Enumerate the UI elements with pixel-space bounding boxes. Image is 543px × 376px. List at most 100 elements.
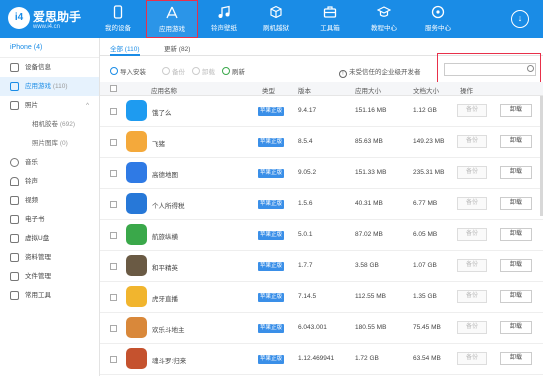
sidebar-item-photos[interactable]: 照片 ^ <box>0 96 99 115</box>
header-app-size[interactable]: 应用大小 <box>355 85 381 95</box>
row-uninstall-button[interactable]: 卸载 <box>500 135 532 148</box>
type-badge: 苹果正版 <box>258 293 285 302</box>
sidebar-item-data-management[interactable]: 资料管理 <box>0 248 99 267</box>
sidebar-item-ringtones[interactable]: 铃声 <box>0 172 99 191</box>
device-selector[interactable]: iPhone (4) <box>0 38 99 58</box>
row-checkbox[interactable] <box>110 108 117 115</box>
row-uninstall-button[interactable]: 卸载 <box>500 290 532 303</box>
nav-apps-games[interactable]: 应用游戏 <box>146 0 198 38</box>
app-version: 9.05.2 <box>298 169 317 176</box>
sidebar-item-label: 照片图库 <box>32 140 58 147</box>
row-uninstall-button[interactable]: 卸载 <box>500 197 532 210</box>
backup-button[interactable]: 备份 <box>162 66 185 76</box>
udisk-icon <box>10 234 19 243</box>
graduation-icon <box>377 6 391 17</box>
app-size: 112.55 MB <box>355 293 386 300</box>
apps-icon <box>166 6 178 19</box>
header-doc-size[interactable]: 文档大小 <box>413 85 439 95</box>
brand-name: 爱思助手 <box>33 10 82 24</box>
sidebar-item-photo-library[interactable]: 照片图库 (0) <box>0 134 99 153</box>
row-uninstall-button[interactable]: 卸载 <box>500 321 532 334</box>
info-icon: ! <box>339 70 347 78</box>
nav-tutorials[interactable]: 教程中心 <box>358 0 410 38</box>
row-uninstall-button[interactable]: 卸载 <box>500 228 532 241</box>
select-all-checkbox[interactable] <box>110 85 117 92</box>
table-row[interactable]: 飞猪 苹果正版 8.5.4 85.63 MB 149.23 MB 备份 卸载 <box>100 127 543 158</box>
row-checkbox[interactable] <box>110 263 117 270</box>
app-icon <box>126 317 147 338</box>
sidebar-item-device-info[interactable]: 设备信息 <box>0 58 99 77</box>
refresh-icon <box>222 67 230 75</box>
table-row[interactable]: 饿了么 苹果正版 9.4.17 151.16 MB 1.12 GB 备份 卸载 <box>100 96 543 127</box>
sidebar-item-ebooks[interactable]: 电子书 <box>0 210 99 229</box>
row-backup-button[interactable]: 备份 <box>457 228 487 241</box>
doc-size: 149.23 MB <box>413 138 445 145</box>
row-backup-button[interactable]: 备份 <box>457 352 487 365</box>
download-button[interactable]: ↓ <box>511 10 529 28</box>
sidebar-item-camera-roll[interactable]: 相机胶卷 (692) <box>0 115 99 134</box>
table-row[interactable]: 欢乐斗地主 苹果正版 6.043.001 180.55 MB 75.45 MB … <box>100 313 543 344</box>
table-row[interactable]: 魂斗罗:归来 苹果正版 1.12.469941 1.72 GB 63.54 MB… <box>100 344 543 375</box>
row-backup-button[interactable]: 备份 <box>457 197 487 210</box>
nav-service-center[interactable]: 服务中心 <box>412 0 464 38</box>
row-checkbox[interactable] <box>110 325 117 332</box>
uninstall-button[interactable]: 卸载 <box>192 66 215 76</box>
sidebar-item-videos[interactable]: 视频 <box>0 191 99 210</box>
nav-my-device[interactable]: 我的设备 <box>92 0 144 38</box>
row-checkbox[interactable] <box>110 139 117 146</box>
table-row[interactable]: 和平精英 苹果正版 1.7.7 3.58 GB 1.07 GB 备份 卸载 <box>100 251 543 282</box>
table-row[interactable]: 个人所得税 苹果正版 1.5.6 40.31 MB 6.77 MB 备份 卸载 <box>100 189 543 220</box>
table-row[interactable]: 高德地图 苹果正版 9.05.2 151.33 MB 235.31 MB 备份 … <box>100 158 543 189</box>
sidebar-item-label: 相机胶卷 <box>32 121 58 128</box>
row-backup-button[interactable]: 备份 <box>457 166 487 179</box>
search-input[interactable] <box>444 63 536 76</box>
app-icon <box>126 162 147 183</box>
header-version[interactable]: 版本 <box>298 85 311 95</box>
sidebar-item-label: 铃声 <box>25 178 38 185</box>
sidebar-item-music[interactable]: 音乐 <box>0 153 99 172</box>
row-backup-button[interactable]: 备份 <box>457 104 487 117</box>
row-backup-button[interactable]: 备份 <box>457 135 487 148</box>
row-uninstall-button[interactable]: 卸载 <box>500 352 532 365</box>
row-backup-button[interactable]: 备份 <box>457 259 487 272</box>
video-icon <box>10 196 19 205</box>
app-icon <box>126 193 147 214</box>
app-name: 飞猪 <box>152 141 165 148</box>
table-row[interactable]: 虎牙直播 苹果正版 7.14.5 112.55 MB 1.35 GB 备份 卸载 <box>100 282 543 313</box>
row-checkbox[interactable] <box>110 294 117 301</box>
refresh-button[interactable]: 刷新 <box>222 66 245 76</box>
row-uninstall-button[interactable]: 卸载 <box>500 166 532 179</box>
header-app-name[interactable]: 应用名称 <box>151 85 177 95</box>
app-size: 1.72 GB <box>355 355 379 362</box>
nav-toolbox[interactable]: 工具箱 <box>304 0 356 38</box>
import-install-button[interactable]: 导入安装 <box>110 66 146 76</box>
app-version: 9.4.17 <box>298 107 317 114</box>
nav-label: 刷机越狱 <box>263 25 289 32</box>
tab-all[interactable]: 全部 (110) <box>110 43 140 56</box>
app-name: 欢乐斗地主 <box>152 327 185 334</box>
row-backup-button[interactable]: 备份 <box>457 290 487 303</box>
sidebar-item-file-management[interactable]: 文件管理 <box>0 267 99 286</box>
type-badge: 苹果正版 <box>258 324 285 333</box>
row-uninstall-button[interactable]: 卸载 <box>500 104 532 117</box>
type-badge: 苹果正版 <box>258 107 285 116</box>
doc-size: 1.12 GB <box>413 107 437 114</box>
row-checkbox[interactable] <box>110 170 117 177</box>
tab-updates[interactable]: 更新 (82) <box>164 43 190 53</box>
sidebar-item-count: (692) <box>59 121 75 128</box>
header-type[interactable]: 类型 <box>262 85 275 95</box>
nav-ringtones-wallpapers[interactable]: 铃声壁纸 <box>198 0 250 38</box>
row-checkbox[interactable] <box>110 201 117 208</box>
row-checkbox[interactable] <box>110 356 117 363</box>
nav-flash-jailbreak[interactable]: 刷机越狱 <box>250 0 302 38</box>
type-badge: 苹果正版 <box>258 169 285 178</box>
search-icon[interactable] <box>527 65 534 72</box>
sidebar-item-virtual-udisk[interactable]: 虚拟U盘 <box>0 229 99 248</box>
row-checkbox[interactable] <box>110 232 117 239</box>
sidebar-item-tools[interactable]: 常用工具 <box>0 286 99 305</box>
table-row[interactable]: 航旅纵横 苹果正版 5.0.1 87.02 MB 6.05 MB 备份 卸载 <box>100 220 543 251</box>
row-backup-button[interactable]: 备份 <box>457 321 487 334</box>
untrusted-developer-toggle[interactable]: ! 未受信任的企业级开发者 <box>339 66 421 78</box>
sidebar-item-apps[interactable]: 应用游戏 (110) <box>0 77 99 96</box>
row-uninstall-button[interactable]: 卸载 <box>500 259 532 272</box>
